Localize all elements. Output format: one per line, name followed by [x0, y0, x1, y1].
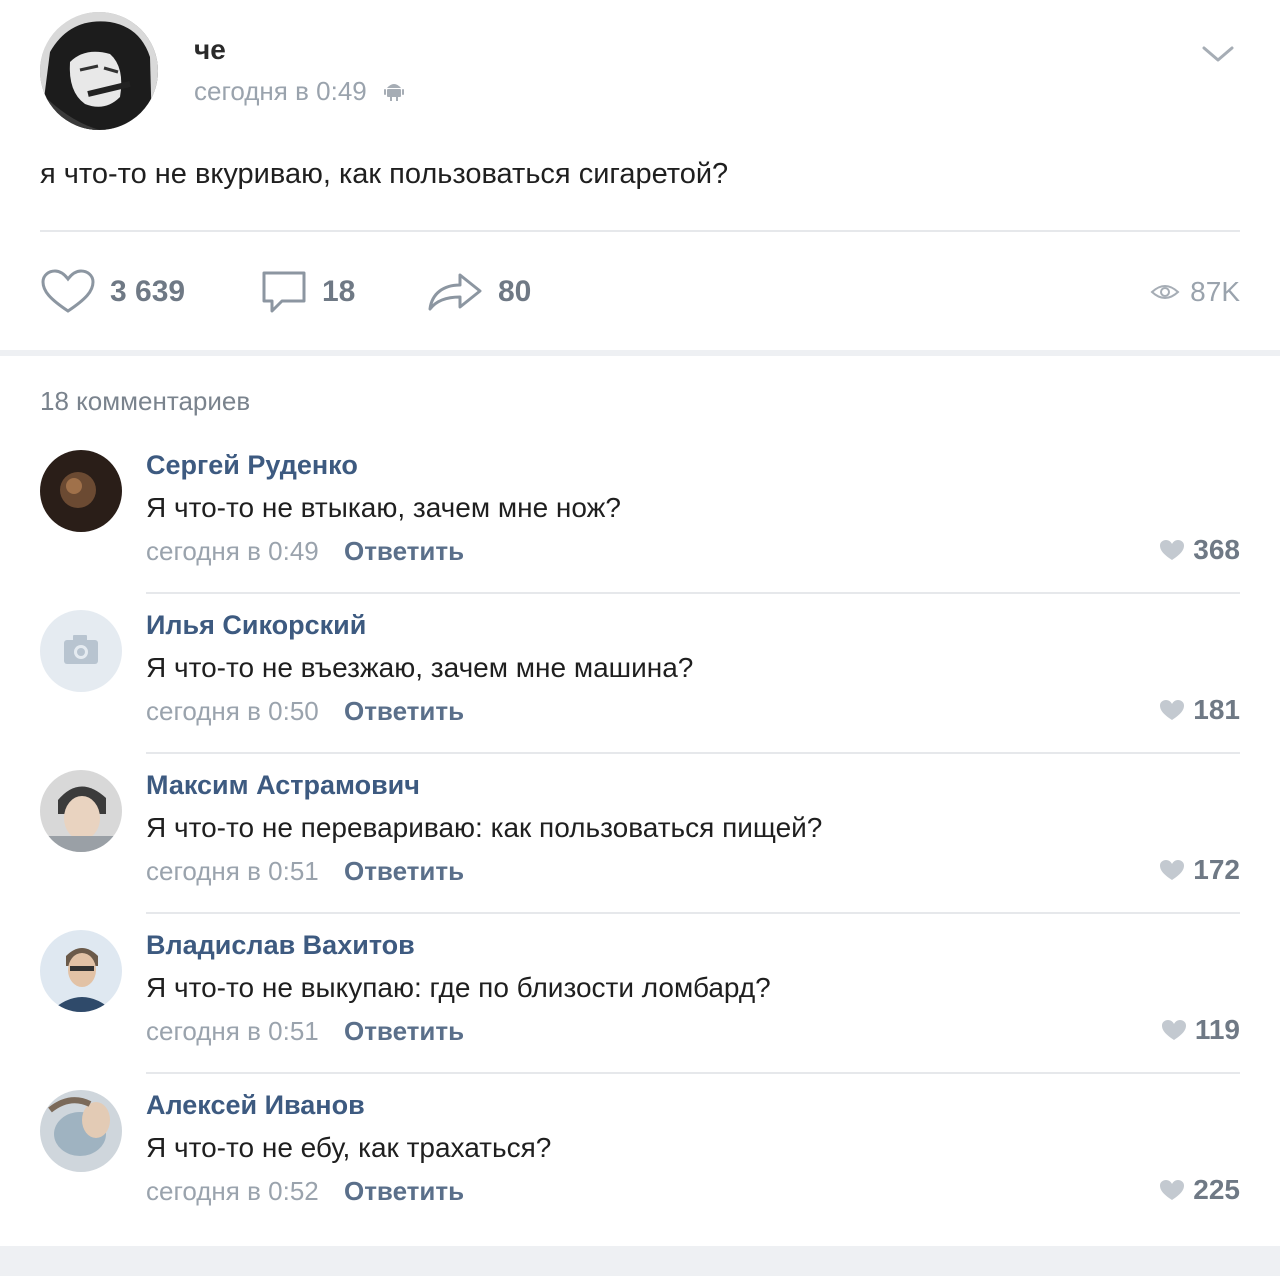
comment-like-button[interactable]: 119: [1161, 1014, 1240, 1046]
commenter-name[interactable]: Максим Астрамович: [146, 770, 420, 801]
comment-divider: [146, 752, 1240, 754]
share-button[interactable]: 80: [426, 268, 531, 316]
reply-button[interactable]: Ответить: [344, 1176, 464, 1206]
comment-divider: [146, 912, 1240, 914]
comment-item: Сергей Руденко Я что-то не втыкаю, зачем…: [40, 450, 1240, 610]
comment-like-count: 172: [1193, 854, 1240, 885]
section-separator: [0, 350, 1280, 356]
comment-divider: [146, 592, 1240, 594]
comment-icon: [262, 271, 306, 313]
android-icon: [383, 78, 404, 109]
comment-time: сегодня в 0:49: [146, 536, 319, 566]
comment-like-button[interactable]: 225: [1159, 1174, 1240, 1206]
divider: [40, 230, 1240, 232]
heart-icon: [1160, 860, 1185, 880]
post-time: сегодня в 0:49: [194, 76, 404, 109]
commenter-avatar[interactable]: [40, 930, 122, 1012]
comment-meta: сегодня в 0:49 Ответить: [146, 536, 464, 567]
comment-meta: сегодня в 0:52 Ответить: [146, 1176, 464, 1207]
comment-item: Илья Сикорский Я что-то не въезжаю, заче…: [40, 610, 1240, 770]
share-count: 80: [498, 275, 532, 308]
comment-meta: сегодня в 0:50 Ответить: [146, 696, 464, 727]
comment-like-count: 225: [1193, 1174, 1240, 1205]
heart-icon: [41, 269, 95, 313]
commenter-name[interactable]: Владислав Вахитов: [146, 930, 415, 961]
reply-button[interactable]: Ответить: [344, 536, 464, 566]
like-count: 3 639: [110, 275, 186, 308]
views-count: 87K: [1190, 276, 1240, 307]
commenter-name[interactable]: Сергей Руденко: [146, 450, 358, 481]
comment-text: Я что-то не выкупаю: где по близости лом…: [146, 972, 771, 1003]
heart-icon: [1160, 540, 1185, 560]
vk-post-screen: че сегодня в 0:49 я что-то не вкуриваю, …: [0, 0, 1280, 1276]
comment-like-button[interactable]: 368: [1159, 534, 1240, 566]
commenter-avatar[interactable]: [40, 1090, 122, 1172]
comment-text: Я что-то не втыкаю, зачем мне нож?: [146, 492, 621, 523]
commenter-avatar[interactable]: [40, 610, 122, 692]
comment-meta: сегодня в 0:51 Ответить: [146, 1016, 464, 1047]
comment-like-count: 181: [1193, 694, 1240, 725]
comments-count-label: 18 комментариев: [40, 386, 251, 416]
share-icon: [428, 273, 482, 311]
comment-divider: [146, 1072, 1240, 1074]
views-counter: 87K: [1150, 268, 1240, 316]
comment-item: Алексей Иванов Я что-то не ебу, как трах…: [40, 1090, 1240, 1250]
comment-time: сегодня в 0:51: [146, 1016, 319, 1046]
commenter-name[interactable]: Илья Сикорский: [146, 610, 366, 641]
commenter-avatar[interactable]: [40, 770, 122, 852]
comment-count: 18: [322, 275, 356, 308]
heart-icon: [1160, 700, 1185, 720]
author-avatar[interactable]: [40, 12, 158, 130]
comment-like-count: 368: [1193, 534, 1240, 565]
reply-button[interactable]: Ответить: [344, 856, 464, 886]
comment-like-button[interactable]: 172: [1159, 854, 1240, 886]
comment-time: сегодня в 0:50: [146, 696, 319, 726]
comment-like-button[interactable]: 181: [1159, 694, 1240, 726]
comment-text: Я что-то не перевариваю: как пользоватьс…: [146, 812, 823, 843]
post-time-label: сегодня в 0:49: [194, 76, 367, 106]
comment-meta: сегодня в 0:51 Ответить: [146, 856, 464, 887]
heart-icon: [1161, 1020, 1186, 1040]
reply-button[interactable]: Ответить: [344, 1016, 464, 1046]
post-actions: 3 639 18 80 87K: [40, 268, 1240, 316]
comment-button[interactable]: 18: [260, 268, 355, 316]
comment-item: Владислав Вахитов Я что-то не выкупаю: г…: [40, 930, 1240, 1090]
commenter-avatar[interactable]: [40, 450, 122, 532]
comment-like-count: 119: [1194, 1014, 1240, 1045]
comment-time: сегодня в 0:52: [146, 1176, 319, 1206]
like-button[interactable]: 3 639: [40, 268, 185, 316]
post-text: я что-то не вкуриваю, как пользоваться с…: [40, 158, 729, 190]
comment-text: Я что-то не въезжаю, зачем мне машина?: [146, 652, 694, 683]
post-header: че сегодня в 0:49: [40, 12, 1240, 132]
chevron-down-icon[interactable]: [1200, 42, 1236, 66]
eye-icon: [1150, 285, 1180, 299]
commenter-name[interactable]: Алексей Иванов: [146, 1090, 365, 1121]
comment-time: сегодня в 0:51: [146, 856, 319, 886]
heart-icon: [1160, 1180, 1185, 1200]
reply-button[interactable]: Ответить: [344, 696, 464, 726]
bottom-band: [0, 1246, 1280, 1276]
comment-text: Я что-то не ебу, как трахаться?: [146, 1132, 552, 1163]
author-name[interactable]: че: [194, 34, 226, 66]
comment-item: Максим Астрамович Я что-то не переварива…: [40, 770, 1240, 930]
